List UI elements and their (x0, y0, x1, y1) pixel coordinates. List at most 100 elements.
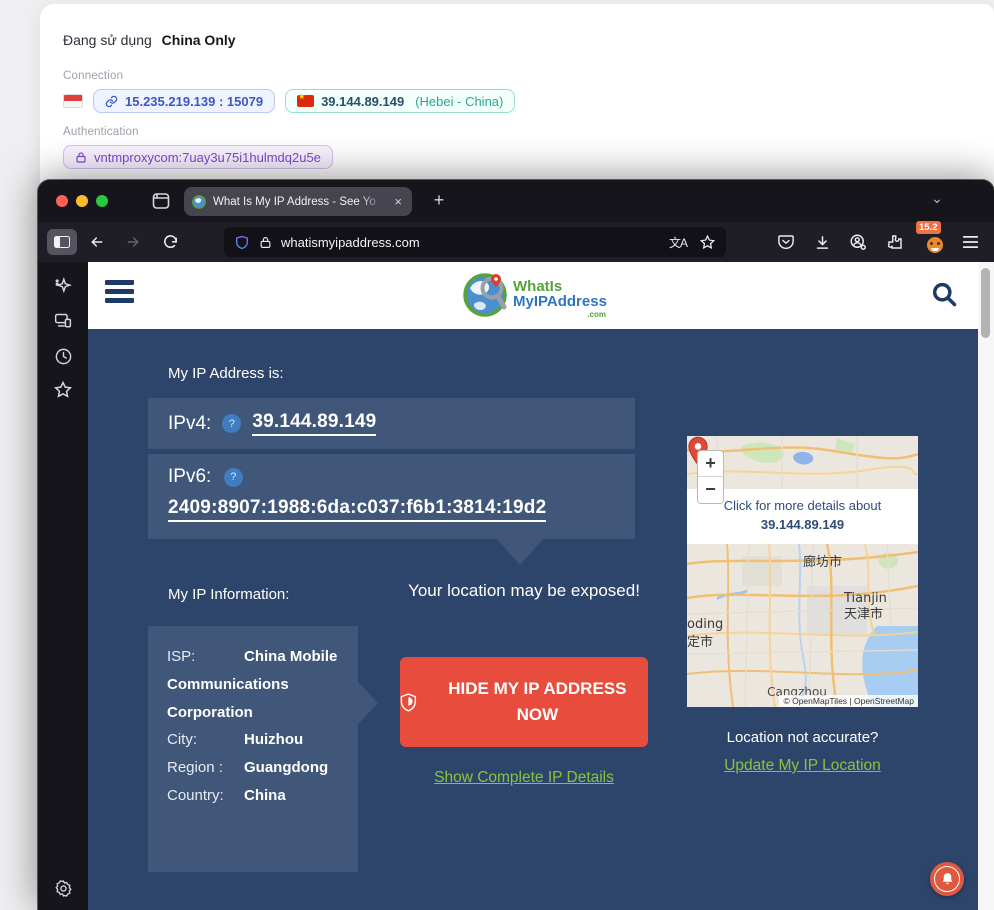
exit-ip: 39.144.89.149 (321, 94, 404, 109)
site-header: WhatIs MyIPAddress .com (88, 262, 978, 329)
https-lock-icon[interactable] (259, 235, 272, 250)
macos-zoom-button[interactable] (96, 195, 108, 207)
ai-chatbot-icon[interactable] (51, 274, 75, 298)
exit-location: (Hebei - China) (415, 94, 503, 109)
info-row-city: City:Huizhou (167, 726, 346, 754)
new-tab-button[interactable]: + (428, 189, 450, 211)
pocket-icon[interactable] (774, 230, 798, 254)
info-row-country: Country:China (167, 782, 346, 810)
logo-text-2: MyIPAddress (513, 293, 607, 310)
info-row-region: Region :Guangdong (167, 754, 346, 782)
navigation-toolbar: whatismyipaddress.com 文A 15.2 (38, 222, 994, 262)
using-label: Đang sử dụng (63, 32, 152, 48)
map-zoom-in-button[interactable]: + (698, 451, 723, 477)
ip-heading: My IP Address is: (168, 365, 284, 382)
profile-name: China Only (162, 32, 236, 48)
ipv4-value-link[interactable]: 39.144.89.149 (252, 411, 376, 436)
settings-gear-icon[interactable] (51, 876, 75, 900)
forward-button[interactable] (121, 230, 145, 254)
map-label-tianjin-zh: 天津市 (844, 606, 883, 622)
notification-bell-button[interactable] (930, 862, 964, 896)
map-zoom-out-button[interactable]: − (698, 477, 723, 503)
url-bar[interactable]: whatismyipaddress.com 文A (224, 227, 726, 257)
reload-button[interactable] (158, 230, 182, 254)
server-endpoint-pill[interactable]: 15.235.219.139 : 15079 (93, 89, 275, 113)
link-icon (105, 95, 118, 108)
account-icon[interactable] (846, 230, 870, 254)
translate-icon[interactable]: 文A (669, 234, 687, 251)
tab-bar: What Is My IP Address - See Yo × + ⌄ (38, 180, 994, 222)
macos-close-button[interactable] (56, 195, 68, 207)
scrollbar-thumb[interactable] (981, 268, 990, 338)
location-exposed-text: Your location may be exposed! (400, 579, 648, 604)
ipv6-pointer-tail (497, 539, 543, 565)
site-main: My IP Address is: IPv4: ? 39.144.89.149 … (88, 329, 978, 910)
info-heading: My IP Information: (168, 586, 289, 603)
show-complete-details-link[interactable]: Show Complete IP Details (434, 769, 614, 786)
ipv4-label: IPv4: (168, 413, 211, 435)
map-attribution[interactable]: © OpenMapTiles | OpenStreetMap (779, 695, 918, 707)
url-text[interactable]: whatismyipaddress.com (281, 235, 660, 250)
authentication-label: Authentication (63, 126, 139, 138)
sidebar-toggle-icon (54, 236, 70, 248)
firefox-window: What Is My IP Address - See Yo × + ⌄ wha… (38, 180, 994, 910)
map-label-langfang: 廊坊市 (803, 554, 842, 570)
ipv6-help-icon[interactable]: ? (224, 468, 243, 487)
site-menu-hamburger-icon[interactable] (105, 280, 134, 307)
location-map[interactable]: 廊坊市 Tianjin 天津市 oding 定市 Cangzhou Click … (687, 436, 918, 707)
map-zoom-control: + − (697, 450, 724, 504)
update-ip-location-link[interactable]: Update My IP Location (724, 757, 881, 774)
back-button[interactable] (85, 230, 109, 254)
info-box-pointer-tail (358, 682, 378, 724)
site-search-icon[interactable] (930, 280, 958, 308)
ipv4-row: IPv4: ? 39.144.89.149 (148, 398, 635, 449)
proxy-using-line: Đang sử dụng China Only (63, 32, 236, 48)
hide-my-ip-button[interactable]: HIDE MY IP ADDRESS NOW (400, 657, 648, 747)
server-endpoint: 15.235.219.139 : 15079 (125, 94, 263, 109)
macos-minimize-button[interactable] (76, 195, 88, 207)
history-icon[interactable] (51, 344, 75, 368)
downloads-icon[interactable] (810, 230, 834, 254)
connection-row: 15.235.219.139 : 15079 39.144.89.149 (He… (63, 89, 515, 113)
firefox-sidebar (38, 262, 88, 910)
map-label-baoding-zh: 定市 (687, 634, 713, 650)
firefox-view-icon[interactable] (151, 191, 171, 211)
info-row-isp: ISP:China Mobile Communications Corporat… (167, 643, 346, 726)
list-tabs-chevron-icon[interactable]: ⌄ (926, 190, 948, 212)
location-question: Location not accurate? (672, 729, 933, 746)
sidebar-toggle-button[interactable] (47, 229, 77, 255)
shield-icon (400, 693, 417, 712)
hide-button-label: HIDE MY IP ADDRESS NOW (427, 676, 648, 729)
whatismyipaddress-logo[interactable]: WhatIs MyIPAddress .com (458, 266, 608, 324)
china-flag-icon (297, 95, 314, 107)
ipv6-value-link[interactable]: 2409:8907:1988:6da:c037:f6b1:3814:19d2 (168, 497, 546, 522)
ip-information-box: ISP:China Mobile Communications Corporat… (148, 626, 358, 872)
synced-tabs-icon[interactable] (51, 309, 75, 333)
bookmarks-star-icon[interactable] (51, 378, 75, 402)
credentials: vntmproxycom:7uay3u75i1hulmdq2u5e (94, 150, 321, 165)
credentials-pill[interactable]: vntmproxycom:7uay3u75i1hulmdq2u5e (63, 145, 333, 169)
tab-whatismyipaddress[interactable]: What Is My IP Address - See Yo × (184, 187, 412, 216)
lock-icon (75, 151, 87, 164)
ipv6-label: IPv6: (168, 466, 211, 487)
map-label-baoding-en: oding (687, 617, 723, 632)
extensions-puzzle-icon[interactable] (883, 230, 907, 254)
proxy-app-card: Đang sử dụng China Only Connection 15.23… (40, 4, 994, 204)
exit-ip-pill[interactable]: 39.144.89.149 (Hebei - China) (285, 89, 515, 113)
tab-close-icon[interactable]: × (392, 193, 404, 210)
extension-badge: 15.2 (916, 221, 941, 234)
tab-title: What Is My IP Address - See Yo (213, 196, 385, 208)
server-country-flag-icon (63, 94, 83, 108)
app-menu-hamburger-icon[interactable] (958, 230, 982, 254)
proxy-extension-icon[interactable]: 15.2 (921, 227, 949, 257)
logo-text-3: .com (587, 310, 606, 319)
page-scrollbar[interactable] (978, 262, 994, 910)
connection-label: Connection (63, 70, 123, 82)
ipv4-help-icon[interactable]: ? (222, 414, 241, 433)
page-viewport: WhatIs MyIPAddress .com My IP Address is… (88, 262, 978, 910)
bell-icon (941, 872, 954, 886)
bookmark-star-icon[interactable] (699, 234, 716, 251)
tracking-protection-shield-icon[interactable] (234, 234, 250, 251)
map-click-ip: 39.144.89.149 (687, 517, 918, 532)
bell-ring (934, 866, 960, 892)
